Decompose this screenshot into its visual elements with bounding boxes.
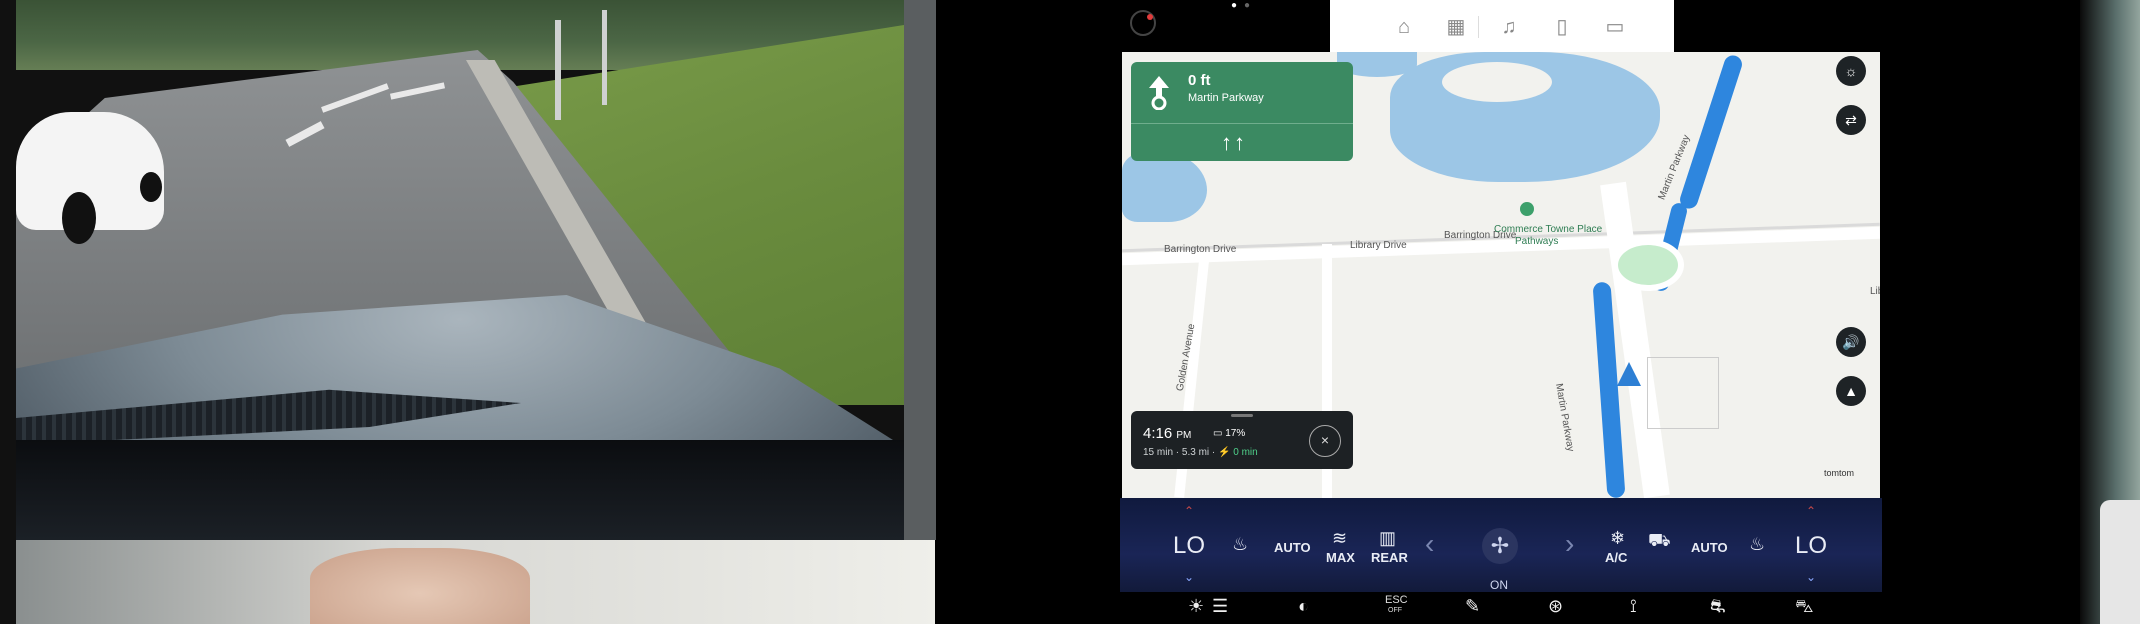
fan-decrease-button[interactable]: ‹ (1425, 528, 1434, 560)
divider (1478, 16, 1479, 38)
turn-instruction-card[interactable]: 0 ft Martin Parkway ↑↑ (1131, 62, 1353, 161)
turn-distance: 0 ft (1188, 72, 1211, 89)
eta-charge-time: 0 min (1233, 447, 1258, 458)
side-mirror (2100, 500, 2140, 624)
home-icon[interactable]: ⌂ (1391, 14, 1417, 40)
headlights-icon[interactable]: ☀ (1188, 596, 1204, 617)
dashboard (16, 440, 904, 540)
eta-period: PM (1176, 430, 1192, 441)
drag-handle[interactable] (1231, 414, 1253, 417)
end-route-button[interactable]: × (1309, 425, 1341, 457)
drive-mode-icon[interactable]: ⛍ (1795, 596, 1814, 620)
recenter-icon[interactable]: ▲ (1836, 376, 1866, 406)
camera-icon[interactable]: ▭ (1602, 14, 1628, 40)
eta-duration: 15 min (1143, 447, 1174, 458)
driver-hand (310, 548, 530, 624)
label-barrington-drive: Barrington Drive (1164, 244, 1237, 255)
temp-down-right-icon[interactable]: ⌄ (1806, 570, 1816, 584)
fan-icon[interactable]: ✢ (1482, 528, 1518, 564)
apps-icon[interactable]: ▦ (1443, 14, 1469, 40)
temp-down-left-icon[interactable]: ⌄ (1184, 570, 1194, 584)
front-camera-feed (0, 0, 935, 624)
park-sense-icon[interactable]: ⟟ (1630, 596, 1637, 617)
label-library-edge: Lib (1870, 286, 1880, 297)
temp-up-right-icon[interactable]: ⌃ (1806, 504, 1816, 518)
notification-dot (1147, 14, 1153, 20)
lane-guidance: ↑↑ (1221, 130, 1247, 155)
left-temperature[interactable]: LO (1173, 532, 1205, 560)
turn-street: Martin Parkway (1188, 92, 1264, 104)
phone-icon[interactable]: ▯ (1549, 14, 1575, 40)
wiper-icon[interactable]: ✎ (1465, 596, 1480, 617)
vehicle-controls-row: ☀ ☰ ◐ ESC OFF ✎ ⊛ ⟟ ⛐ ⛍ (1120, 592, 1882, 624)
page-dot-active: ● (1231, 0, 1238, 11)
eta-time: 4:16 (1143, 425, 1173, 442)
climate-control-bar: ⌃ LO ⌄ ♨ AUTO ≋ MAX ▥ REAR ‹ ✢ › ON ❄ A/… (1120, 498, 1882, 592)
route-options-icon[interactable]: ⇄ (1836, 105, 1866, 135)
map-attribution: tomtom (1824, 468, 1855, 478)
lane-assist-icon[interactable]: ⛐ (1710, 596, 1726, 620)
ac-button[interactable]: A/C (1605, 550, 1627, 565)
eta-summary: 15 min · 5.3 mi · ⚡ 0 min (1143, 447, 1258, 458)
lake (1122, 152, 1207, 222)
sign-post (602, 10, 607, 105)
a-pillar (904, 0, 936, 540)
rear-defrost-label: REAR (1371, 550, 1408, 565)
card-divider (1131, 123, 1353, 124)
heated-wheel-icon[interactable]: ⊛ (1548, 596, 1563, 617)
music-icon[interactable]: ♫ (1496, 14, 1522, 40)
vehicle-position-icon (1617, 362, 1641, 386)
fan-status: ON (1490, 578, 1508, 592)
label-pathways: Pathways (1515, 236, 1559, 247)
continue-straight-icon (1149, 76, 1169, 110)
building-outline (1647, 357, 1719, 429)
auto-left-button[interactable]: AUTO (1274, 540, 1311, 555)
fog-light-icon[interactable]: ◐ (1298, 596, 1309, 617)
snowflake-icon[interactable]: ❄ (1610, 528, 1625, 549)
recirculation-icon[interactable]: ⛟ (1648, 530, 1671, 554)
seat-heat-right-icon[interactable]: ♨ (1749, 534, 1765, 555)
rear-defrost-icon[interactable]: ▥ (1379, 528, 1396, 549)
right-temperature[interactable]: LO (1795, 532, 1827, 560)
right-edge-view (2080, 0, 2140, 624)
max-defrost-label: MAX (1326, 550, 1355, 565)
eta-card[interactable]: 4:16 PM ▭ 17% 15 min · 5.3 mi · ⚡ 0 min … (1131, 411, 1353, 469)
low-beam-icon[interactable]: ☰ (1212, 596, 1228, 617)
car-wheel (140, 172, 162, 202)
seat-heat-left-icon[interactable]: ♨ (1232, 534, 1248, 555)
eta-battery: ▭ 17% (1213, 428, 1246, 439)
esc-off-label: OFF (1388, 607, 1402, 614)
status-bar: ● ● ⌂ ▦ ♫ ▯ ▭ (1120, 0, 1882, 52)
island (1442, 62, 1552, 102)
route-line (1677, 53, 1745, 211)
temp-up-left-icon[interactable]: ⌃ (1184, 504, 1194, 518)
label-martin-parkway: Martin Parkway (1553, 382, 1576, 453)
page-dot: ● (1244, 0, 1251, 11)
fan-increase-button[interactable]: › (1565, 528, 1574, 560)
park-icon[interactable] (1520, 202, 1534, 216)
volume-icon[interactable]: 🔊 (1836, 327, 1866, 357)
label-commerce-towne-place: Commerce Towne Place (1494, 224, 1603, 235)
label-library-drive: Library Drive (1350, 240, 1407, 251)
eta-battery-value: 17% (1225, 428, 1246, 439)
eta-distance: 5.3 mi (1181, 447, 1210, 458)
esc-button[interactable]: ESC (1385, 594, 1408, 606)
car-wheel (62, 192, 96, 244)
sign-post (555, 20, 561, 120)
weather-icon[interactable]: ☼ (1836, 56, 1866, 86)
max-defrost-icon[interactable]: ≋ (1332, 528, 1347, 549)
app-shortcut-bar: ⌂ ▦ ♫ ▯ ▭ (1330, 0, 1674, 52)
auto-right-button[interactable]: AUTO (1691, 540, 1728, 555)
roundabout (1612, 239, 1684, 291)
